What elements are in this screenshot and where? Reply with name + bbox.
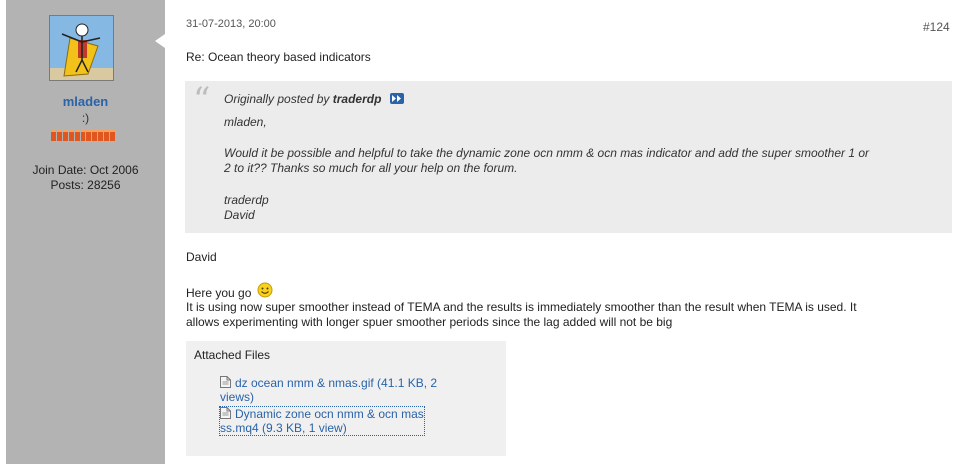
file-icon [220,376,231,388]
post-date: 31-07-2013, 20:00 [186,18,276,30]
attached-files-box: Attached Files dz ocean nmm & nmas.gif (… [186,341,506,456]
attachment-views: views) [220,390,255,404]
attachment-link-gif[interactable]: dz ocean nmm & nmas.gif (41.1 KB, 2 view… [220,376,437,404]
attachment-views: ss.mq4 (9.3 KB, 1 view) [220,421,347,435]
quote-prefix: Originally posted by [224,92,330,106]
post-number-link[interactable]: #124 [923,20,950,34]
quote-line: David [224,208,255,222]
message-greeting: David [186,250,217,264]
sidebar-pointer [155,34,165,48]
user-title: :) [81,111,90,125]
smiley-icon [257,282,273,298]
file-icon [220,407,231,419]
reputation-bar[interactable] [51,130,115,141]
user-sidebar: mladen :) Join Date: Oct 2006 Posts: 282… [6,0,165,464]
post-title: Re: Ocean theory based indicators [186,50,371,64]
message-here-you-go: Here you go [186,282,273,300]
post-count: Posts: 28256 [50,178,121,192]
attachment-name: dz ocean nmm & nmas.gif (41.1 KB, 2 [235,376,438,390]
quote-block: “ Originally posted by traderdp mladen, … [185,81,952,233]
username-link[interactable]: mladen [6,94,165,109]
attached-files-title: Attached Files [194,348,271,362]
join-date: Join Date: Oct 2006 [32,163,139,177]
quote-line: Would it be possible and helpful to take… [224,146,870,160]
view-post-icon[interactable] [389,93,404,104]
quote-author: traderdp [332,92,382,106]
quote-mark-icon: “ [193,80,211,120]
quote-header: Originally posted by traderdp [224,92,404,106]
attachment-name: Dynamic zone ocn nmm & ocn mas [235,407,424,421]
quote-line: traderdp [224,193,269,207]
message-line: allows experimenting with longer spuer s… [186,315,673,329]
avatar[interactable] [49,15,114,81]
message-line: It is using now super smoother instead o… [186,300,857,314]
here-you-go-text: Here you go [186,286,252,300]
quote-line: 2 to it?? Thanks so much for all your he… [224,161,518,175]
attachment-link-mq4[interactable]: Dynamic zone ocn nmm & ocn mas ss.mq4 (9… [219,406,425,436]
quote-line: mladen, [224,115,267,129]
